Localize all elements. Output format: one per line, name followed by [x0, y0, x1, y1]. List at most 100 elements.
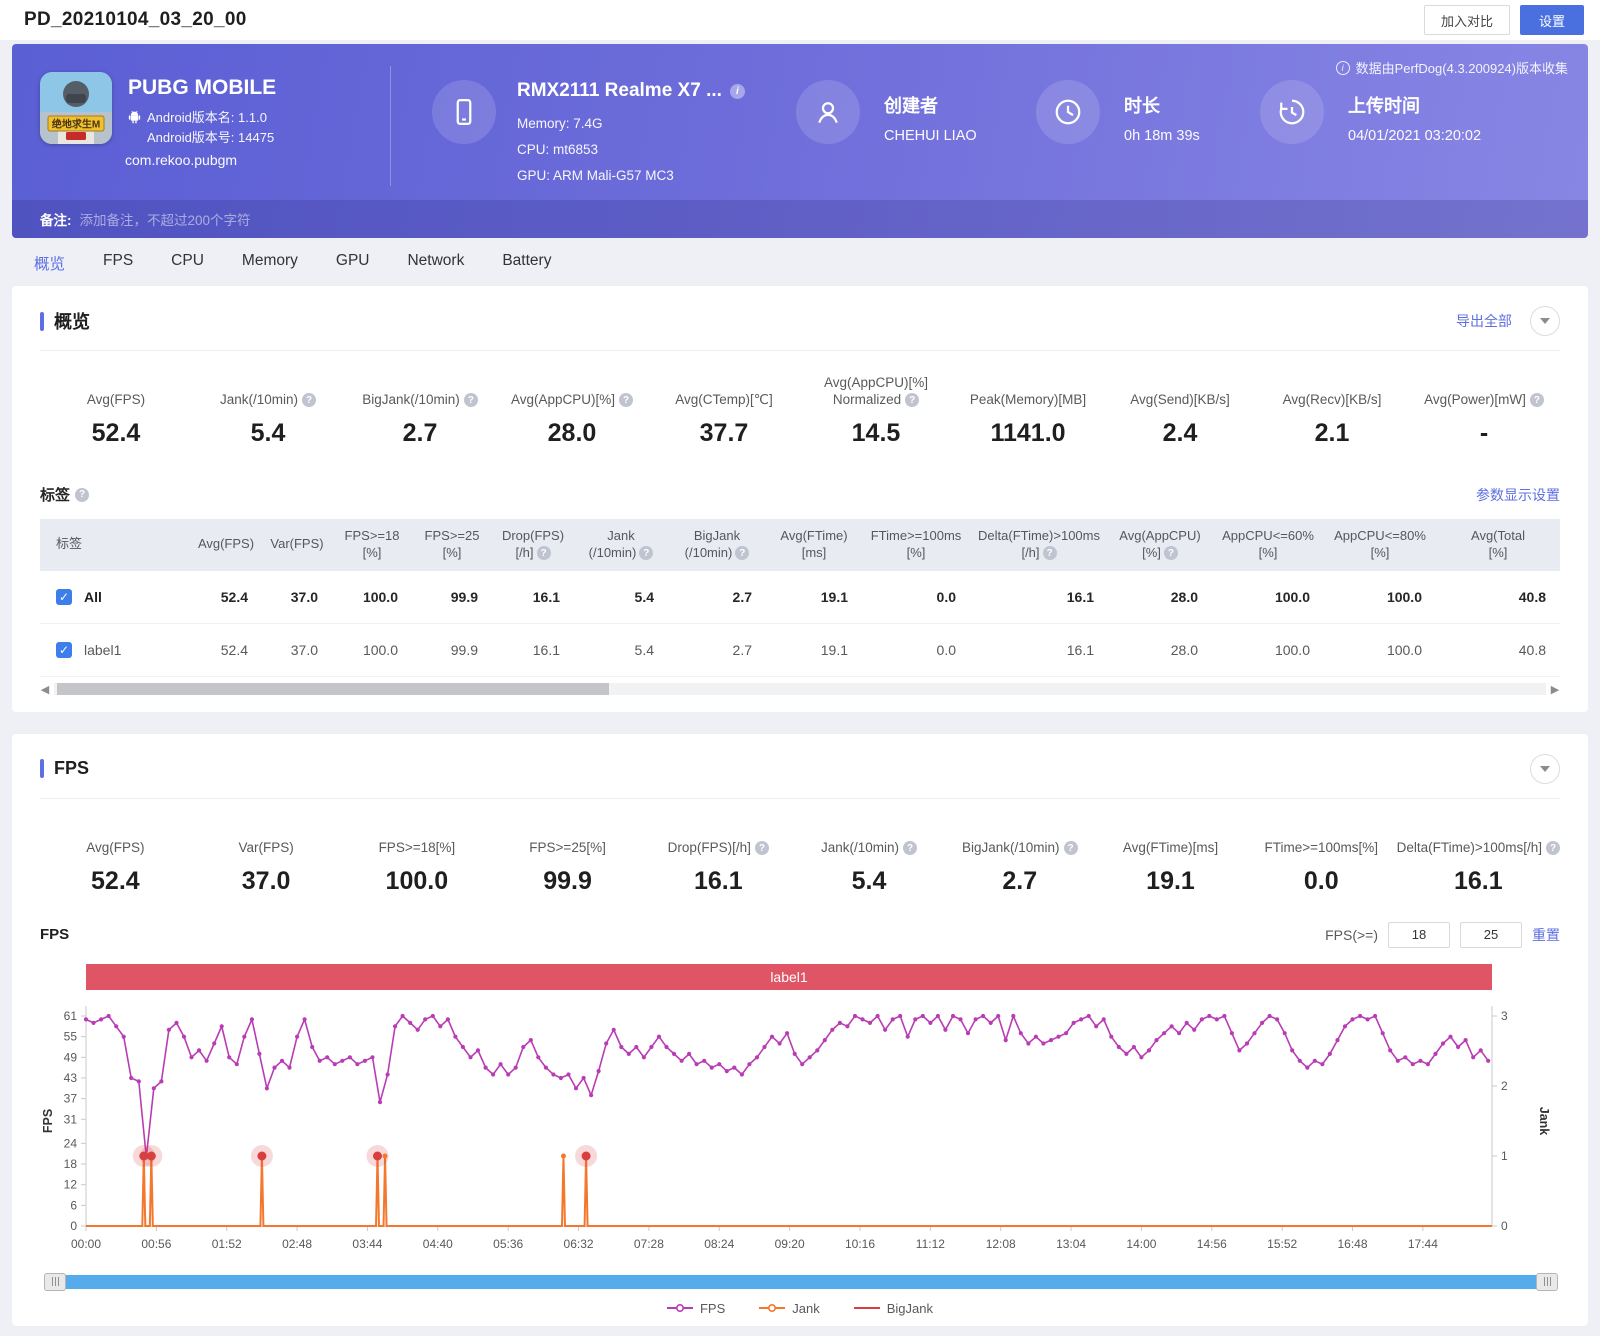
help-icon[interactable]: ? [755, 841, 769, 855]
legend-marker [667, 1303, 693, 1313]
cell: 16.1 [970, 624, 1108, 676]
row-label: All [84, 589, 102, 605]
note-input[interactable]: 添加备注，不超过200个字符 [80, 209, 251, 229]
scroll-left-arrow[interactable]: ◀ [40, 683, 50, 696]
export-all-link[interactable]: 导出全部 [1456, 311, 1512, 331]
labels-help-icon[interactable]: ? [75, 488, 89, 502]
creator-value: CHEHUI LIAO [884, 128, 977, 144]
scrollbar-thumb[interactable] [57, 683, 609, 695]
table-header-row: 标签Avg(FPS)Var(FPS)FPS>=18[%]FPS>=25[%]Dr… [40, 519, 1560, 571]
cell: 19.1 [766, 624, 862, 676]
stat-label: FPS>=25[%] [529, 821, 606, 857]
scroll-right-arrow[interactable]: ▶ [1550, 683, 1560, 696]
column-header: AppCPU<=80%[%] [1324, 519, 1436, 571]
tab-cpu[interactable]: CPU [171, 252, 204, 274]
cell: 28.0 [1108, 571, 1212, 623]
top-bar: PD_20210104_03_20_00 加入对比 设置 [0, 0, 1600, 40]
device-info-icon[interactable]: i [730, 84, 745, 99]
column-header: FPS>=25[%] [412, 519, 492, 571]
help-icon[interactable]: ? [735, 546, 749, 560]
right-axis-title: Jank [1537, 1107, 1551, 1136]
fps-stat: Drop(FPS)[/h]?16.1 [643, 821, 794, 896]
creator-icon-circle [796, 80, 860, 144]
help-icon[interactable]: ? [1043, 546, 1057, 560]
row-checkbox[interactable]: ✓ [56, 642, 72, 658]
help-icon[interactable]: ? [464, 393, 478, 407]
stat-label: Avg(FPS) [86, 821, 144, 857]
cell: 19.1 [766, 571, 862, 623]
add-to-compare-button[interactable]: 加入对比 [1424, 5, 1510, 35]
stat-value: 1141.0 [990, 419, 1065, 448]
help-icon[interactable]: ? [639, 546, 653, 560]
help-icon[interactable]: ? [302, 393, 316, 407]
slider-handle-left[interactable] [44, 1273, 66, 1291]
page-title: PD_20210104_03_20_00 [24, 9, 247, 31]
slider-handle-right[interactable] [1536, 1273, 1558, 1291]
stat-label: Avg(AppCPU)[%]Normalized? [824, 373, 928, 409]
settings-button[interactable]: 设置 [1520, 5, 1584, 35]
reset-link[interactable]: 重置 [1532, 925, 1560, 945]
device-cpu: CPU: mt6853 [517, 142, 598, 157]
stat-label: Avg(Send)[KB/s] [1130, 373, 1230, 409]
fps-max-input[interactable] [1460, 922, 1522, 948]
tab-gpu[interactable]: GPU [336, 252, 370, 274]
column-header: Jank(/10min)? [574, 519, 668, 571]
cell: 100.0 [1212, 624, 1324, 676]
tab-fps[interactable]: FPS [103, 252, 133, 274]
column-header: FPS>=18[%] [332, 519, 412, 571]
help-icon[interactable]: ? [619, 393, 633, 407]
fps-min-input[interactable] [1388, 922, 1450, 948]
help-icon[interactable]: ? [905, 393, 919, 407]
stat-label: BigJank(/10min)? [362, 373, 478, 409]
chevron-down-icon [1540, 766, 1550, 772]
tab-battery[interactable]: Battery [502, 252, 551, 274]
svg-text:0: 0 [70, 1219, 77, 1233]
stat-label: FPS>=18[%] [379, 821, 456, 857]
cell: 100.0 [1324, 624, 1436, 676]
row-checkbox[interactable]: ✓ [56, 589, 72, 605]
chart-legend: FPS Jank BigJank [40, 1301, 1560, 1320]
param-display-settings-link[interactable]: 参数显示设置 [1476, 485, 1560, 505]
overview-card: 概览 导出全部 Avg(FPS)52.4Jank(/10min)?5.4BigJ… [12, 286, 1588, 712]
cell: 5.4 [574, 624, 668, 676]
table-scrollbar: ◀ ▶ [40, 683, 1560, 696]
legend-item-fps[interactable]: FPS [667, 1301, 725, 1316]
labels-table: 标签Avg(FPS)Var(FPS)FPS>=18[%]FPS>=25[%]Dr… [40, 519, 1560, 677]
help-icon[interactable]: ? [1546, 841, 1560, 855]
legend-item-jank[interactable]: Jank [759, 1301, 819, 1316]
svg-text:12: 12 [64, 1177, 78, 1191]
legend-marker [854, 1303, 880, 1313]
cell: 99.9 [412, 624, 492, 676]
scrollbar-track[interactable] [54, 683, 1546, 695]
help-icon[interactable]: ? [1164, 546, 1178, 560]
help-icon[interactable]: ? [537, 546, 551, 560]
cell: 52.4 [190, 624, 262, 676]
fps-jank-chart-svg: label106121824313743495561FPS0123Jank00:… [40, 964, 1560, 1266]
section-accent-bar [40, 759, 44, 778]
help-icon[interactable]: ? [903, 841, 917, 855]
overview-stat: Peak(Memory)[MB]1141.0 [952, 373, 1104, 448]
banner-divider [390, 66, 391, 186]
chart-band-label: label1 [770, 969, 808, 985]
collapse-overview-button[interactable] [1530, 306, 1560, 336]
tab-概览[interactable]: 概览 [34, 252, 65, 274]
legend-item-bigjank[interactable]: BigJank [854, 1301, 933, 1316]
help-icon[interactable]: ? [1530, 393, 1544, 407]
overview-stat: Avg(FPS)52.4 [40, 373, 192, 448]
svg-text:16:48: 16:48 [1338, 1237, 1368, 1251]
chart-range-slider [44, 1273, 1558, 1291]
tab-memory[interactable]: Memory [242, 252, 298, 274]
stat-label: Jank(/10min)? [821, 821, 917, 857]
stat-value: 52.4 [92, 419, 141, 448]
cell: 100.0 [332, 624, 412, 676]
svg-text:1: 1 [1501, 1149, 1508, 1163]
stat-label: Var(FPS) [238, 821, 293, 857]
divider [40, 350, 1560, 351]
cell: 100.0 [1212, 571, 1324, 623]
slider-track[interactable] [63, 1275, 1539, 1289]
help-icon[interactable]: ? [1064, 841, 1078, 855]
tab-network[interactable]: Network [407, 252, 464, 274]
svg-text:61: 61 [64, 1009, 78, 1023]
collapse-fps-button[interactable] [1530, 754, 1560, 784]
stat-value: 0.0 [1304, 867, 1339, 896]
